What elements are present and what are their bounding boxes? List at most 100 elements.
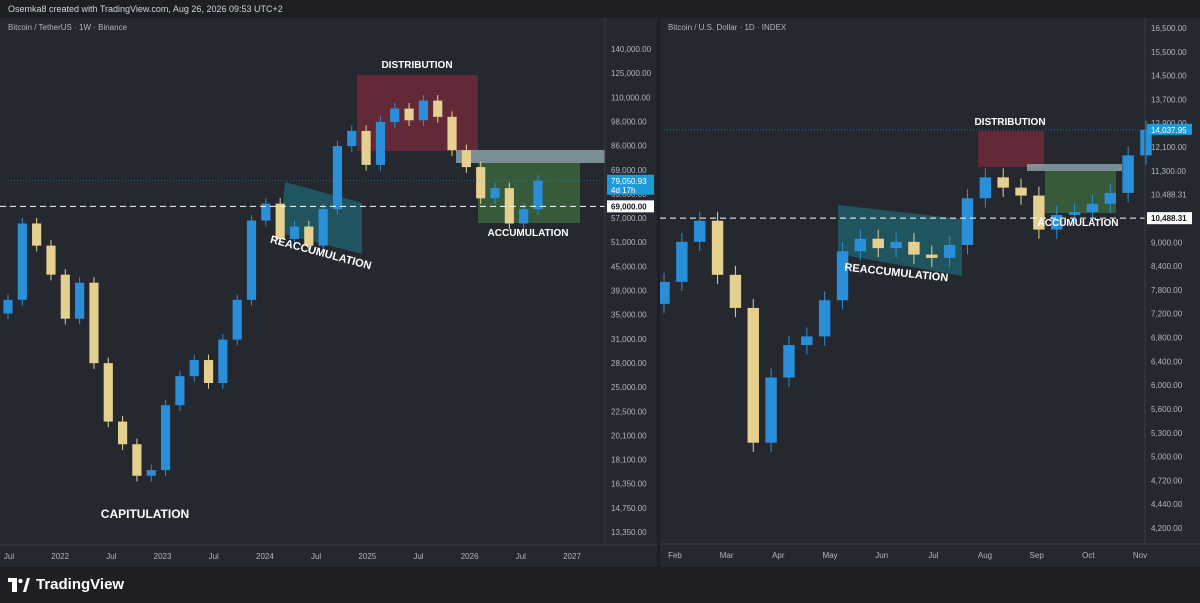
time-tick-label: Jul — [413, 552, 423, 561]
candle-body — [461, 150, 471, 168]
candle-body — [504, 188, 514, 224]
candle-body — [347, 130, 357, 147]
price-tick-label: 16,500.00 — [1151, 24, 1187, 33]
candle-body — [118, 421, 128, 445]
price-tick-label: 110,000.00 — [611, 93, 651, 102]
price-tick-label: 57,000.00 — [611, 214, 647, 223]
price-tick-label: 4,200.00 — [1151, 524, 1183, 533]
candle-body — [189, 360, 199, 377]
left-chart-canvas[interactable]: 140,000.00 125,000.00 110,000.00 98,000.00 8… — [0, 18, 657, 567]
candle-body — [765, 377, 777, 443]
price-tick-label: 13,350.00 — [611, 528, 647, 537]
candle-body — [132, 444, 142, 476]
btc-usdt-weekly-chart[interactable]: 140,000.00 125,000.00 110,000.00 98,000.00 8… — [0, 18, 657, 567]
candle-body — [676, 241, 688, 282]
candle-body — [476, 167, 486, 199]
price-tick-label: 86,000.00 — [611, 142, 647, 151]
price-tick-label: 6,800.00 — [1151, 334, 1183, 343]
candle-body — [783, 345, 795, 378]
price-tick-label: 28,000.00 — [611, 359, 647, 368]
price-tick-label: 5,600.00 — [1151, 405, 1183, 414]
resistance-zone — [456, 150, 605, 163]
candle-body — [32, 223, 42, 246]
accumulation-label: ACCUMULATION — [1038, 218, 1119, 229]
candle-body — [747, 307, 759, 443]
time-tick-label: 2027 — [563, 552, 581, 561]
candle-body — [961, 198, 974, 245]
price-tick-label: 9,000.00 — [1151, 238, 1183, 247]
distribution-label: DISTRIBUTION — [381, 60, 452, 71]
candle-body — [232, 299, 242, 340]
candle-body — [711, 220, 724, 275]
candle-body — [660, 281, 670, 304]
candle-body — [490, 188, 500, 199]
btc-usd-daily-chart[interactable]: 16,500.00 15,500.00 14,500.00 13,700.00 12,9… — [660, 18, 1200, 567]
resistance-zone — [1027, 164, 1122, 171]
price-tick-label: 14,750.00 — [611, 504, 647, 513]
dashed-level-label: 10,488.31 — [1151, 214, 1187, 223]
candle-body — [433, 100, 443, 117]
candle-body — [836, 251, 849, 301]
candle-body — [1104, 192, 1117, 204]
candle-body — [175, 376, 185, 406]
price-tick-label: 16,350.00 — [611, 480, 647, 489]
chart-title: Bitcoin / U.S. Dollar · 1D · INDEX — [668, 23, 787, 32]
candle-body — [418, 100, 428, 121]
candle-body — [146, 470, 156, 476]
candle-body — [103, 363, 113, 422]
candle-body — [89, 282, 99, 364]
chart-title: Bitcoin / TetherUS · 1W · Binance — [8, 23, 128, 32]
price-tick-label: 8,400.00 — [1151, 262, 1183, 271]
candle-body — [218, 339, 228, 384]
time-tick-label: Jul — [209, 552, 219, 561]
tradingview-logo-icon — [8, 577, 30, 592]
price-tick-label: 25,000.00 — [611, 383, 647, 392]
time-tick-label: 2026 — [461, 552, 479, 561]
candle-body — [854, 238, 867, 252]
price-tick-label: 10,488.31 — [1151, 191, 1187, 200]
time-tick-label: Mar — [720, 551, 734, 560]
price-tick-label: 4,720.00 — [1151, 476, 1183, 485]
candle-body — [979, 177, 992, 199]
candle-body — [275, 203, 285, 240]
price-tick-label: 125,000.00 — [611, 69, 652, 78]
candle-body — [361, 130, 371, 165]
candle-body — [908, 241, 920, 255]
price-tick-label: 6,400.00 — [1151, 357, 1183, 366]
price-tick-label: 5,000.00 — [1151, 453, 1183, 462]
candle-body — [1122, 155, 1134, 193]
time-tick-label: Aug — [978, 551, 992, 560]
price-tick-label: 15,500.00 — [1151, 48, 1187, 57]
right-chart-canvas[interactable]: 16,500.0015,500.0014,500.0013,700.0012,9… — [660, 18, 1200, 567]
price-tick-label: 35,000.00 — [611, 311, 647, 320]
current-price-label: 79,050.93 — [611, 177, 647, 186]
candle-body — [3, 299, 13, 314]
time-tick-label: 2024 — [256, 552, 274, 561]
candle-body — [375, 122, 386, 165]
time-tick-label: 2023 — [154, 552, 172, 561]
price-tick-label: 11,300.00 — [1151, 167, 1187, 176]
price-tick-label: 98,000.00 — [611, 117, 647, 126]
price-tick-label: 12,100.00 — [1151, 143, 1187, 152]
candle-body — [519, 209, 529, 224]
price-tick-label: 13,700.00 — [1151, 95, 1187, 104]
price-tick-label: 45,000.00 — [611, 262, 647, 271]
price-tick-label: 6,000.00 — [1151, 381, 1183, 390]
candle-body — [926, 254, 938, 258]
candle-body — [1086, 203, 1099, 213]
time-tick-label: Jul — [928, 551, 938, 560]
candle-body — [203, 360, 214, 384]
price-tick-label: 31,000.00 — [611, 335, 647, 344]
candle-body — [997, 177, 1009, 188]
dashed-level-label: 69,000.00 — [611, 202, 647, 211]
candle-body — [943, 244, 956, 258]
candle-body — [17, 223, 27, 300]
price-tick-label: 7,800.00 — [1151, 286, 1183, 295]
brand-logo[interactable]: TradingView — [8, 576, 124, 593]
price-tick-label: 39,000.00 — [611, 287, 647, 296]
time-tick-label: 2022 — [51, 552, 69, 561]
candle-body — [46, 245, 56, 275]
time-tick-label: Oct — [1082, 551, 1095, 560]
price-tick-label: 4,440.00 — [1151, 500, 1183, 509]
candle-body — [818, 300, 831, 337]
